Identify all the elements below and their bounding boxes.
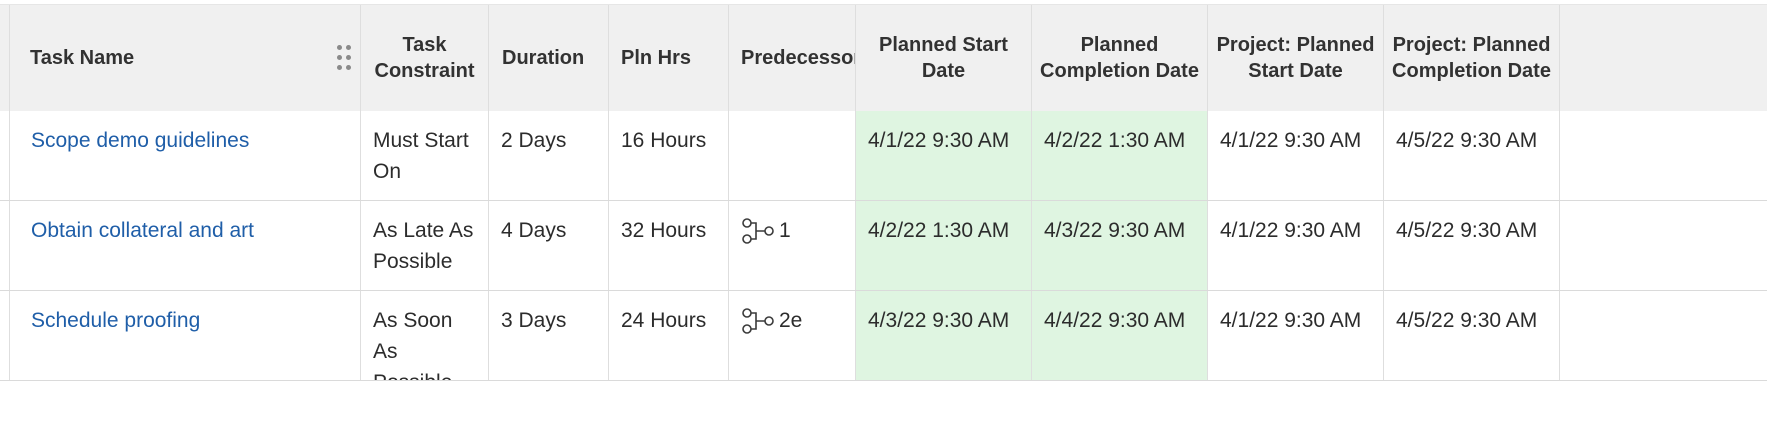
cell-duration[interactable]: 2 Days	[489, 111, 609, 200]
predecessor-link-icon	[741, 217, 775, 244]
predecessor-number: 1	[779, 219, 791, 242]
predecessor-value: 2e	[741, 305, 843, 336]
column-header-label: Task Constraint	[374, 34, 475, 82]
cell-task-constraint[interactable]: As Soon As Possible	[361, 291, 489, 380]
table-row[interactable]: Scope demo guidelines Must Start On 2 Da…	[0, 111, 1767, 201]
column-header-project-planned-completion-date[interactable]: Project: Planned Completion Date	[1384, 5, 1560, 111]
cell-predecessors[interactable]	[729, 111, 856, 200]
predecessor-link-icon	[741, 307, 775, 334]
cell-pln-hrs[interactable]: 16 Hours	[609, 111, 729, 200]
task-grid: Task Name Task Constraint Duration Pln H…	[0, 4, 1767, 382]
cell-task-name: Obtain collateral and art	[10, 201, 361, 290]
column-header-label: Planned Start Date	[879, 34, 1008, 82]
row-selector[interactable]	[0, 111, 10, 200]
task-name-link[interactable]: Scope demo guidelines	[22, 129, 249, 152]
column-header-task-constraint[interactable]: Task Constraint	[361, 5, 489, 111]
column-header-label: Task Name	[30, 47, 135, 69]
cell-planned-completion-date[interactable]: 4/2/22 1:30 AM	[1032, 111, 1208, 200]
predecessor-value: 1	[741, 215, 843, 246]
column-header-project-planned-start-date[interactable]: Project: Planned Start Date	[1208, 5, 1384, 111]
task-name-link[interactable]: Obtain collateral and art	[22, 219, 254, 242]
cell-project-planned-completion-date: 4/5/22 9:30 AM	[1384, 111, 1560, 200]
cell-planned-completion-date[interactable]: 4/3/22 9:30 AM	[1032, 201, 1208, 290]
column-header-label: Project: Planned Start Date	[1216, 34, 1375, 82]
cell-predecessors[interactable]: 2e	[729, 291, 856, 380]
column-header-planned-start-date[interactable]: Planned Start Date	[856, 5, 1032, 111]
cell-pln-hrs[interactable]: 32 Hours	[609, 201, 729, 290]
column-header-label: Pln Hrs	[621, 47, 692, 69]
row-selector-header[interactable]	[0, 5, 10, 111]
cell-project-planned-start-date: 4/1/22 9:30 AM	[1208, 291, 1384, 380]
cell-planned-completion-date[interactable]: 4/4/22 9:30 AM	[1032, 291, 1208, 380]
cell-task-constraint[interactable]: As Late As Possible	[361, 201, 489, 290]
cell-project-planned-start-date: 4/1/22 9:30 AM	[1208, 111, 1384, 200]
cell-project-planned-completion-date: 4/5/22 9:30 AM	[1384, 291, 1560, 380]
column-header-label: Duration	[502, 47, 585, 69]
column-header-label: Project: Planned Completion Date	[1392, 34, 1551, 82]
cell-duration[interactable]: 4 Days	[489, 201, 609, 290]
task-name-link[interactable]: Schedule proofing	[22, 309, 200, 332]
cell-task-constraint[interactable]: Must Start On	[361, 111, 489, 200]
column-header-predecessors[interactable]: Predecessors	[729, 5, 856, 111]
cell-duration[interactable]: 3 Days	[489, 291, 609, 380]
cell-pln-hrs[interactable]: 24 Hours	[609, 291, 729, 380]
cell-project-planned-start-date: 4/1/22 9:30 AM	[1208, 201, 1384, 290]
column-header-label: Planned Completion Date	[1040, 34, 1199, 82]
grid-header: Task Name Task Constraint Duration Pln H…	[0, 4, 1767, 112]
cell-planned-start-date[interactable]: 4/3/22 9:30 AM	[856, 291, 1032, 380]
cell-task-name: Scope demo guidelines	[10, 111, 361, 200]
row-selector[interactable]	[0, 201, 10, 290]
cell-planned-start-date[interactable]: 4/2/22 1:30 AM	[856, 201, 1032, 290]
table-row[interactable]: Obtain collateral and art As Late As Pos…	[0, 201, 1767, 291]
predecessor-number: 2e	[779, 309, 803, 332]
column-header-planned-completion-date[interactable]: Planned Completion Date	[1032, 5, 1208, 111]
row-selector[interactable]	[0, 291, 10, 380]
cell-project-planned-completion-date: 4/5/22 9:30 AM	[1384, 201, 1560, 290]
cell-predecessors[interactable]: 1	[729, 201, 856, 290]
column-header-label: Predecessors	[741, 47, 855, 69]
table-row[interactable]: Schedule proofing As Soon As Possible 3 …	[0, 291, 1767, 381]
column-header-duration[interactable]: Duration	[489, 5, 609, 111]
drag-handle-icon[interactable]	[337, 45, 353, 71]
cell-planned-start-date[interactable]: 4/1/22 9:30 AM	[856, 111, 1032, 200]
cell-task-name: Schedule proofing	[10, 291, 361, 380]
column-header-pln-hrs[interactable]: Pln Hrs	[609, 5, 729, 111]
column-header-task-name[interactable]: Task Name	[10, 5, 361, 111]
